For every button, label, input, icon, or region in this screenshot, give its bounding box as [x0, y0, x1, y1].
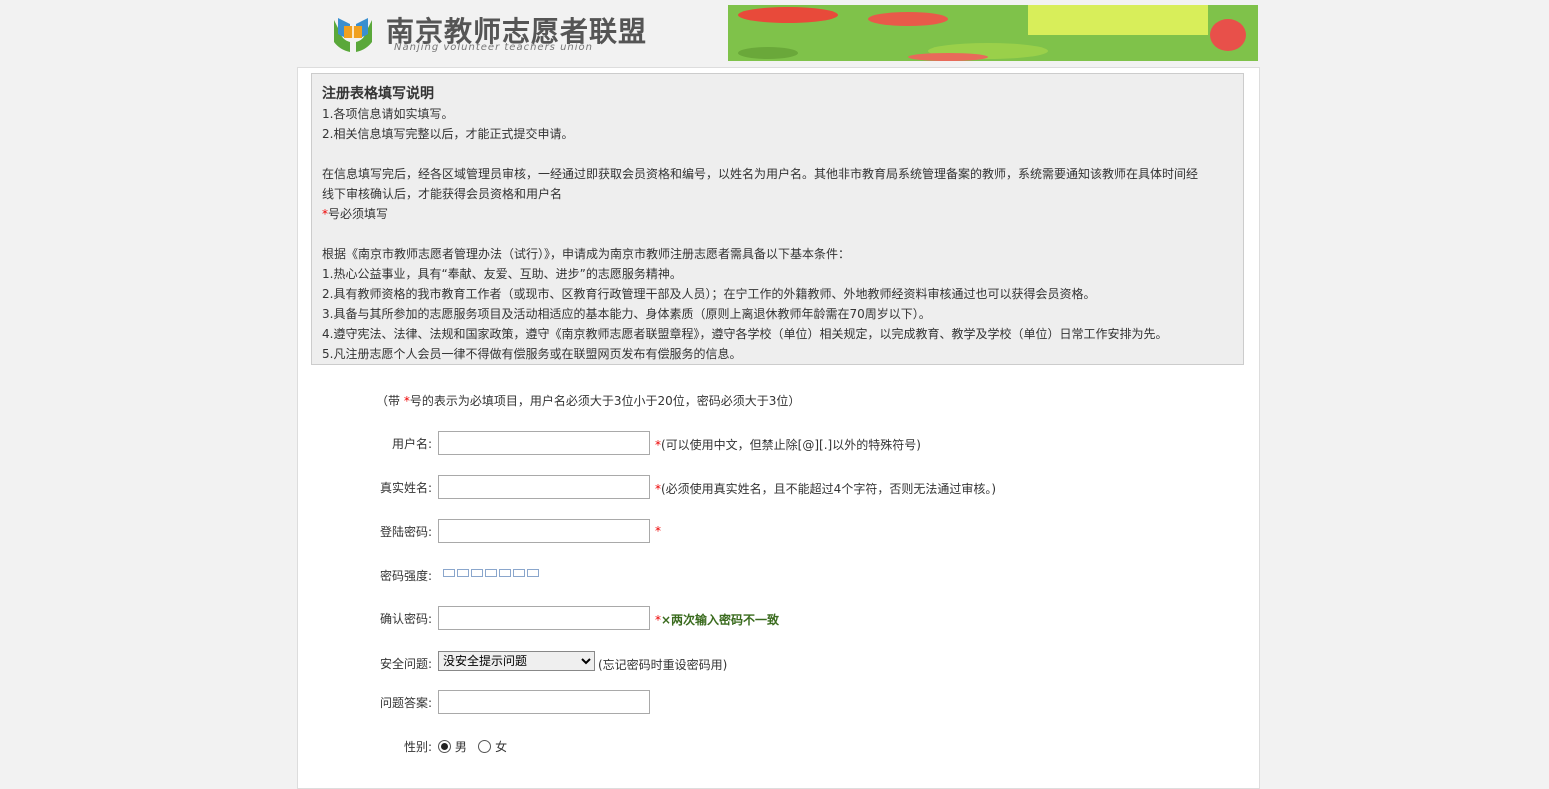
gender-row: 性别: 男 女 [298, 734, 1258, 760]
notice-line: 1.热心公益事业，具有“奉献、友爱、互助、进步”的志愿服务精神。 [322, 267, 682, 281]
password-strength-meter [443, 569, 539, 577]
registration-notice: 注册表格填写说明 1.各项信息请如实填写。 2.相关信息填写完整以后，才能正式提… [311, 73, 1244, 365]
notice-line: 5.凡注册志愿个人会员一律不得做有偿服务或在联盟网页发布有偿服务的信息。 [322, 347, 742, 361]
logo-subtitle: Nanjing volunteer teachers union [394, 42, 593, 53]
realname-hint-text: (必须使用真实姓名，且不能超过4个字符，否则无法通过审核。) [661, 482, 997, 496]
password-input[interactable] [438, 519, 650, 543]
username-label: 用户名: [391, 437, 432, 451]
username-hint-text: (可以使用中文，但禁止除[@][.]以外的特殊符号) [661, 438, 921, 452]
notice-line: 1.各项信息请如实填写。 [322, 107, 454, 121]
required-note: *号必须填写 [322, 204, 1233, 224]
gender-male-radio[interactable] [438, 740, 451, 753]
strength-block [485, 569, 497, 577]
strength-label: 密码强度: [379, 569, 432, 583]
header: 南京教师志愿者联盟 Nanjing volunteer teachers uni… [0, 0, 1549, 66]
confirm-hint: *×两次输入密码不一致 [655, 611, 779, 628]
answer-row: 问题答案: [298, 690, 1258, 716]
password-row: 登陆密码: * [298, 519, 1258, 545]
realname-label: 真实姓名: [379, 481, 432, 495]
notice-line: 4.遵守宪法、法律、法规和国家政策，遵守《南京教师志愿者联盟章程》，遵守各学校（… [322, 327, 1168, 341]
question-label: 安全问题: [379, 657, 432, 671]
realname-input[interactable] [438, 475, 650, 499]
site-logo[interactable]: 南京教师志愿者联盟 Nanjing volunteer teachers uni… [330, 8, 660, 58]
strength-block [443, 569, 455, 577]
strength-block [513, 569, 525, 577]
gender-female-radio[interactable] [478, 740, 492, 753]
form-intro: （带 *号的表示为必填项目，用户名必须大于3位小于20位，密码必须大于3位） [376, 392, 800, 409]
notice-line: 3.具备与其所参加的志愿服务项目及活动相适应的基本能力、身体素质（原则上离退休教… [322, 307, 931, 321]
notice-line: 2.相关信息填写完整以后，才能正式提交申请。 [322, 127, 574, 141]
strength-block [471, 569, 483, 577]
gender-label: 性别: [403, 740, 432, 754]
answer-label: 问题答案: [379, 696, 432, 710]
password-label: 登陆密码: [379, 525, 432, 539]
confirm-label: 确认密码: [379, 612, 432, 626]
header-banner-image [728, 5, 1258, 61]
form-intro-text: 号的表示为必填项目，用户名必须大于3位小于20位，密码必须大于3位） [409, 394, 801, 408]
form-intro-text: （带 [376, 394, 404, 408]
notice-title: 注册表格填写说明 [322, 86, 434, 102]
question-row: 安全问题: 没安全提示问题 (忘记密码时重设密码用) [298, 651, 1258, 677]
strength-block [499, 569, 511, 577]
gender-radio-group: 男 女 [438, 738, 507, 755]
notice-line: 在信息填写完后，经各区域管理员审核，一经通过即获取会员资格和编号，以姓名为用户名… [322, 167, 1199, 181]
required-mark: * [655, 524, 661, 538]
notice-line: 2.具有教师资格的我市教育工作者（或现市、区教育行政管理干部及人员）；在宁工作的… [322, 287, 1096, 301]
strength-block [527, 569, 539, 577]
gender-male-label[interactable]: 男 [455, 740, 467, 754]
security-question-select[interactable]: 没安全提示问题 [438, 651, 595, 671]
realname-hint: *(必须使用真实姓名，且不能超过4个字符，否则无法通过审核。) [655, 480, 996, 497]
realname-row: 真实姓名: *(必须使用真实姓名，且不能超过4个字符，否则无法通过审核。) [298, 475, 1258, 501]
main-panel: 注册表格填写说明 1.各项信息请如实填写。 2.相关信息填写完整以后，才能正式提… [297, 67, 1260, 789]
confirm-row: 确认密码: *×两次输入密码不一致 [298, 606, 1258, 632]
gender-female-label[interactable]: 女 [495, 740, 507, 754]
username-input[interactable] [438, 431, 650, 455]
password-mismatch-error: ×两次输入密码不一致 [661, 613, 780, 627]
notice-line: 根据《南京市教师志愿者管理办法（试行）》，申请成为南京市教师注册志愿者需具备以下… [322, 247, 851, 261]
required-note-text: 号必须填写 [328, 207, 389, 221]
strength-block [457, 569, 469, 577]
password-hint: * [655, 524, 661, 538]
notice-line: 线下审核确认后，才能获得会员资格和用户名 [322, 187, 563, 201]
hands-book-icon [330, 12, 376, 56]
answer-input[interactable] [438, 690, 650, 714]
username-hint: *(可以使用中文，但禁止除[@][.]以外的特殊符号) [655, 436, 921, 453]
username-row: 用户名: *(可以使用中文，但禁止除[@][.]以外的特殊符号) [298, 431, 1258, 457]
question-hint: (忘记密码时重设密码用) [598, 658, 728, 672]
strength-row: 密码强度: [298, 563, 1258, 589]
confirm-password-input[interactable] [438, 606, 650, 630]
